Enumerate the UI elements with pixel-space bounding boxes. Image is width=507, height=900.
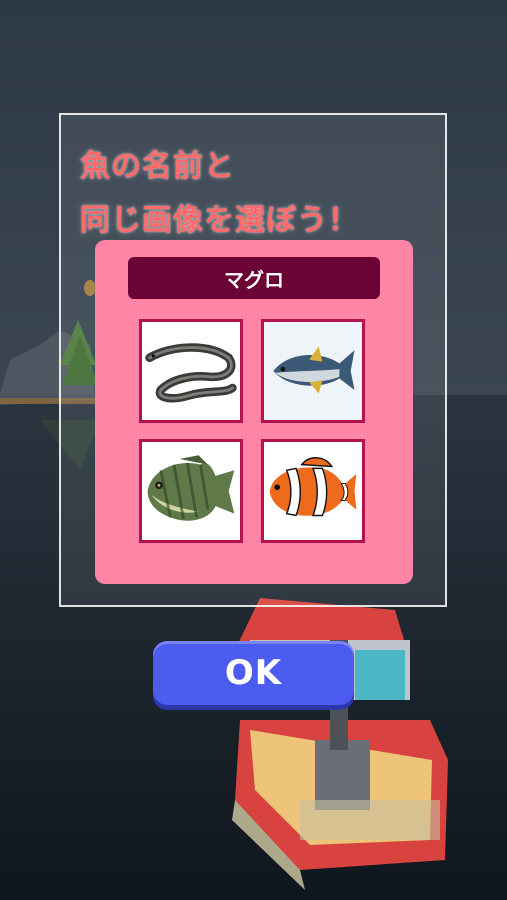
instruction-text: 魚の名前と 同じ画像を選ぼう！ (80, 140, 440, 248)
choice-bluegill[interactable] (139, 439, 243, 543)
choice-clownfish[interactable] (261, 439, 365, 543)
ok-button-label: OK (224, 653, 283, 693)
fish-name-label: マグロ (128, 257, 380, 299)
quiz-panel: マグロ (95, 240, 413, 584)
clownfish-image (269, 457, 357, 517)
choice-eel[interactable] (139, 319, 243, 423)
tuna-image (264, 322, 362, 420)
bluegill-image (147, 455, 235, 521)
instruction-line-1: 魚の名前と (80, 149, 235, 184)
ok-button[interactable]: OK (153, 641, 354, 705)
choice-tuna[interactable] (261, 319, 365, 423)
eel-image (145, 343, 237, 403)
